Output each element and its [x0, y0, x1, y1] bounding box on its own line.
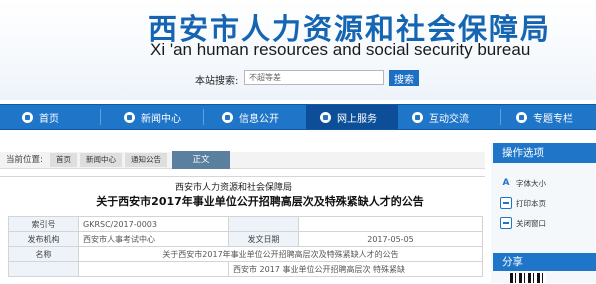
meta-key: 索引号 — [8, 216, 79, 232]
nav-label: 网上服务 — [337, 113, 377, 125]
nav-label: 信息公开 — [239, 113, 279, 125]
tool-label: 字体大小 — [516, 178, 546, 188]
print-tool[interactable]: 打印本页 — [500, 197, 546, 209]
print-icon — [500, 197, 512, 209]
table-row: 西安市 2017 事业单位公开招聘高层次 特殊紧缺 — [8, 261, 483, 277]
operations-heading: 操作选项 — [493, 143, 596, 163]
document-icon — [222, 111, 233, 123]
close-window-tool[interactable]: 关闭窗口 — [500, 217, 546, 229]
news-icon — [124, 111, 135, 123]
breadcrumb-item-home[interactable]: 首页 — [50, 153, 77, 167]
meta-key: 发布机构 — [8, 231, 79, 247]
qr-code — [510, 273, 546, 283]
meta-key — [228, 216, 299, 232]
tool-label: 打印本页 — [516, 198, 546, 208]
breadcrumb-item-notices[interactable]: 通知公告 — [125, 153, 167, 167]
table-row: 名称 关于西安市2017年事业单位公开招聘高层次及特殊紧缺人才的公告 — [8, 246, 483, 262]
meta-value: GKRSC/2017-0003 — [78, 216, 229, 232]
nav-item-home[interactable]: 首页 — [22, 105, 59, 129]
home-icon — [22, 111, 33, 123]
share-heading: 分享 — [493, 253, 596, 271]
table-row: 索引号 GKRSC/2017-0003 — [8, 216, 483, 232]
search-label: 本站搜索: — [195, 76, 239, 87]
search-button[interactable]: 搜索 — [389, 70, 419, 86]
nav-item-news[interactable]: 新闻中心 — [124, 105, 181, 129]
nav-label: 首页 — [39, 113, 59, 125]
nav-label: 专题专栏 — [533, 113, 573, 125]
meta-key: 发文日期 — [228, 231, 299, 247]
nav-item-online-service[interactable]: 网上服务 — [306, 105, 398, 129]
main-nav: 首页 新闻中心 信息公开 网上服务 互动交流 专题专栏 — [0, 104, 596, 130]
close-window-icon — [500, 217, 512, 229]
topic-icon — [516, 111, 527, 123]
nav-divider — [203, 109, 204, 125]
nav-item-interaction[interactable]: 互动交流 — [412, 105, 469, 129]
site-subtitle: Xi 'an human resources and social securi… — [150, 40, 531, 59]
nav-divider — [500, 109, 501, 125]
nav-item-topics[interactable]: 专题专栏 — [516, 105, 573, 129]
nav-item-info[interactable]: 信息公开 — [222, 105, 279, 129]
table-row: 发布机构 西安市人事考试中心 发文日期 2017-05-05 — [8, 231, 483, 247]
chat-icon — [412, 111, 423, 123]
meta-value: 关于西安市2017年事业单位公开招聘高层次及特殊紧缺人才的公告 — [78, 246, 483, 262]
font-size-icon: A — [502, 178, 510, 188]
meta-value: 2017-05-05 — [298, 231, 483, 247]
meta-key — [8, 261, 79, 277]
article-title: 关于西安市2017年事业单位公开招聘高层次及特殊紧缺人才的公告 — [96, 195, 424, 208]
breadcrumb-label: 当前位置: — [6, 155, 43, 165]
meta-value — [298, 216, 483, 232]
search-input[interactable] — [244, 70, 384, 85]
meta-key: 名称 — [8, 246, 79, 262]
meta-value — [78, 261, 229, 277]
metadata-table: 索引号 GKRSC/2017-0003 发布机构 西安市人事考试中心 发文日期 … — [8, 216, 483, 277]
meta-value: 西安市人事考试中心 — [78, 231, 229, 247]
tool-label: 关闭窗口 — [516, 218, 546, 228]
breadcrumb-current: 正文 — [172, 151, 230, 169]
publishing-organization: 西安市人力资源和社会保障局 — [175, 183, 293, 193]
breadcrumb-item-news[interactable]: 新闻中心 — [80, 153, 122, 167]
meta-value: 西安市 2017 事业单位公开招聘高层次 特殊紧缺 — [228, 261, 483, 277]
nav-divider — [100, 109, 101, 125]
font-size-tool[interactable]: A 字体大小 — [500, 177, 546, 189]
monitor-icon — [320, 111, 331, 123]
nav-label: 新闻中心 — [141, 113, 181, 125]
nav-label: 互动交流 — [429, 113, 469, 125]
